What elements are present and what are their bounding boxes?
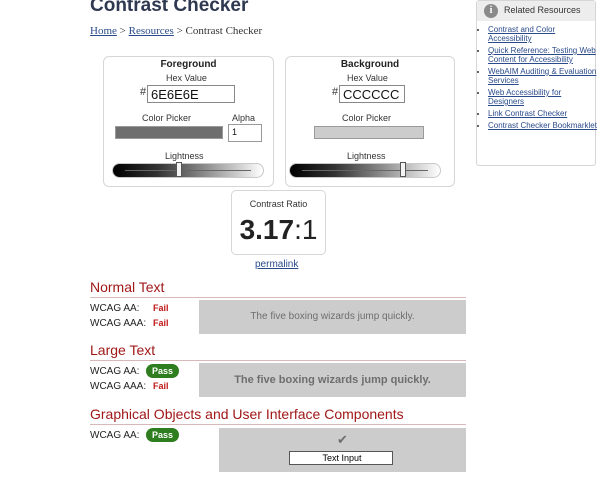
normal-text-heading: Normal Text	[90, 279, 165, 295]
related-resources-sidebar: Related Resources Contrast and Color Acc…	[476, 0, 598, 166]
resource-link[interactable]: Web Accessibility for Designers	[488, 88, 561, 106]
large-text-aaa-result: Fail	[153, 381, 169, 391]
info-icon	[484, 4, 498, 18]
foreground-lightness-label: Lightness	[165, 151, 204, 161]
resource-link[interactable]: Contrast Checker Bookmarklet	[488, 121, 597, 130]
resource-link[interactable]: WebAIM Auditing & Evaluation Services	[488, 67, 596, 85]
list-item: WebAIM Auditing & Evaluation Services	[488, 67, 598, 85]
normal-text-aa-result: Fail	[153, 303, 169, 313]
foreground-hex-label: Hex Value	[166, 73, 207, 83]
background-color-picker[interactable]	[314, 126, 424, 139]
contrast-ratio-number: 3.17	[239, 214, 295, 245]
graphical-objects-heading: Graphical Objects and User Interface Com…	[90, 406, 404, 422]
list-item: Contrast Checker Bookmarklet	[488, 121, 598, 130]
breadcrumb: Home > Resources > Contrast Checker	[90, 25, 262, 37]
large-text-aa-pass-badge: Pass	[146, 364, 180, 378]
sidebar-header: Related Resources	[477, 1, 595, 21]
breadcrumb-separator: >	[116, 25, 129, 37]
normal-text-divider	[90, 297, 466, 298]
large-text-divider	[90, 360, 466, 361]
breadcrumb-separator: >	[173, 25, 186, 37]
foreground-slider-rail	[125, 170, 251, 171]
list-item: Contrast and Color Accessibility	[488, 25, 598, 43]
background-slider-rail	[302, 170, 428, 171]
graphical-objects-aa-pass-badge: Pass	[146, 428, 180, 442]
resource-link[interactable]: Link Contrast Checker	[488, 109, 567, 118]
list-item: Web Accessibility for Designers	[488, 88, 598, 106]
resource-link[interactable]: Quick Reference: Testing Web Content for…	[488, 46, 596, 64]
contrast-ratio-box: Contrast Ratio 3.17:1	[231, 190, 326, 255]
foreground-heading: Foreground	[160, 59, 217, 70]
background-panel: Background Hex Value # CCCCCC Color Pick…	[285, 56, 455, 187]
list-item: Quick Reference: Testing Web Content for…	[488, 46, 598, 64]
graphical-objects-divider	[90, 424, 466, 425]
resource-list: Contrast and Color Accessibility Quick R…	[480, 25, 598, 133]
normal-text-aa-label: WCAG AA:	[90, 303, 140, 314]
text-input-preview[interactable]: Text Input	[289, 451, 393, 465]
graphical-objects-aa-label: WCAG AA:	[90, 430, 140, 441]
background-hash-symbol: #	[332, 86, 339, 98]
foreground-hash-symbol: #	[140, 86, 147, 98]
contrast-ratio-value: 3.17:1	[232, 214, 325, 246]
foreground-color-picker[interactable]	[115, 126, 223, 139]
large-text-heading: Large Text	[90, 342, 156, 358]
foreground-slider-thumb[interactable]	[176, 162, 183, 177]
foreground-lightness-slider[interactable]	[112, 162, 264, 178]
background-heading: Background	[340, 59, 400, 70]
page-title: Contrast Checker	[90, 0, 249, 16]
background-lightness-slider[interactable]	[289, 162, 441, 178]
background-hex-input[interactable]: CCCCCC	[339, 85, 405, 103]
sidebar-title: Related Resources	[504, 5, 581, 15]
normal-text-aaa-result: Fail	[153, 318, 169, 328]
check-icon: ✔	[337, 432, 348, 447]
background-slider-thumb[interactable]	[399, 162, 406, 177]
breadcrumb-current: Contrast Checker	[185, 25, 263, 37]
list-item: Link Contrast Checker	[488, 109, 598, 118]
foreground-panel: Foreground Hex Value # 6E6E6E Color Pick…	[103, 56, 274, 187]
permalink-link[interactable]: permalink	[255, 259, 298, 270]
foreground-hex-input[interactable]: 6E6E6E	[147, 85, 235, 103]
background-hex-label: Hex Value	[347, 73, 388, 83]
graphical-objects-preview: ✔ Text Input	[219, 428, 466, 472]
foreground-alpha-label: Alpha	[232, 113, 256, 123]
normal-text-preview: The five boxing wizards jump quickly.	[199, 300, 466, 334]
resource-link[interactable]: Contrast and Color Accessibility	[488, 25, 555, 43]
contrast-ratio-label: Contrast Ratio	[249, 199, 308, 209]
background-color-picker-label: Color Picker	[342, 113, 392, 123]
contrast-ratio-suffix: :1	[294, 214, 318, 245]
large-text-aa-label: WCAG AA:	[90, 366, 140, 377]
foreground-alpha-input[interactable]: 1	[228, 124, 262, 142]
breadcrumb-resources-link[interactable]: Resources	[129, 25, 174, 37]
large-text-aaa-label: WCAG AAA:	[90, 381, 147, 392]
breadcrumb-home-link[interactable]: Home	[90, 25, 117, 37]
foreground-color-picker-label: Color Picker	[142, 113, 192, 123]
background-lightness-label: Lightness	[347, 151, 386, 161]
normal-text-aaa-label: WCAG AAA:	[90, 318, 147, 329]
large-text-preview: The five boxing wizards jump quickly.	[199, 363, 466, 397]
